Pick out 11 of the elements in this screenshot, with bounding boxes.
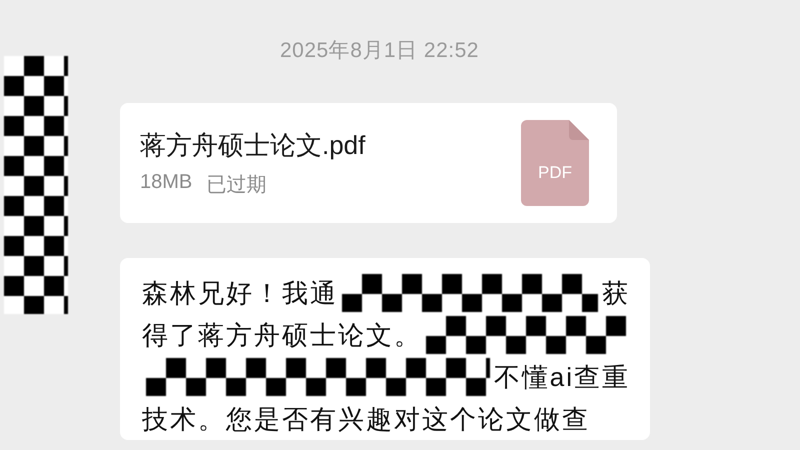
message-text: 获 bbox=[602, 276, 630, 310]
message-text: 技术。您是否有兴趣对这个论文做查 bbox=[142, 402, 590, 436]
file-name: 蒋方舟硕士论文.pdf bbox=[140, 129, 366, 162]
pdf-file-icon: PDF bbox=[521, 120, 589, 206]
file-message-card[interactable]: 蒋方舟硕士论文.pdf 18MB 已过期 PDF bbox=[120, 103, 617, 223]
message-timestamp: 2025年8月1日 22:52 bbox=[280, 39, 479, 62]
message-text: 得了蒋方舟硕士论文。 bbox=[142, 318, 422, 352]
message-text: 森林兄好！我通 bbox=[142, 276, 338, 310]
file-size: 18MB bbox=[140, 171, 192, 195]
file-status: 已过期 bbox=[206, 173, 266, 198]
message-text: 不懂ai查重 bbox=[494, 360, 630, 394]
